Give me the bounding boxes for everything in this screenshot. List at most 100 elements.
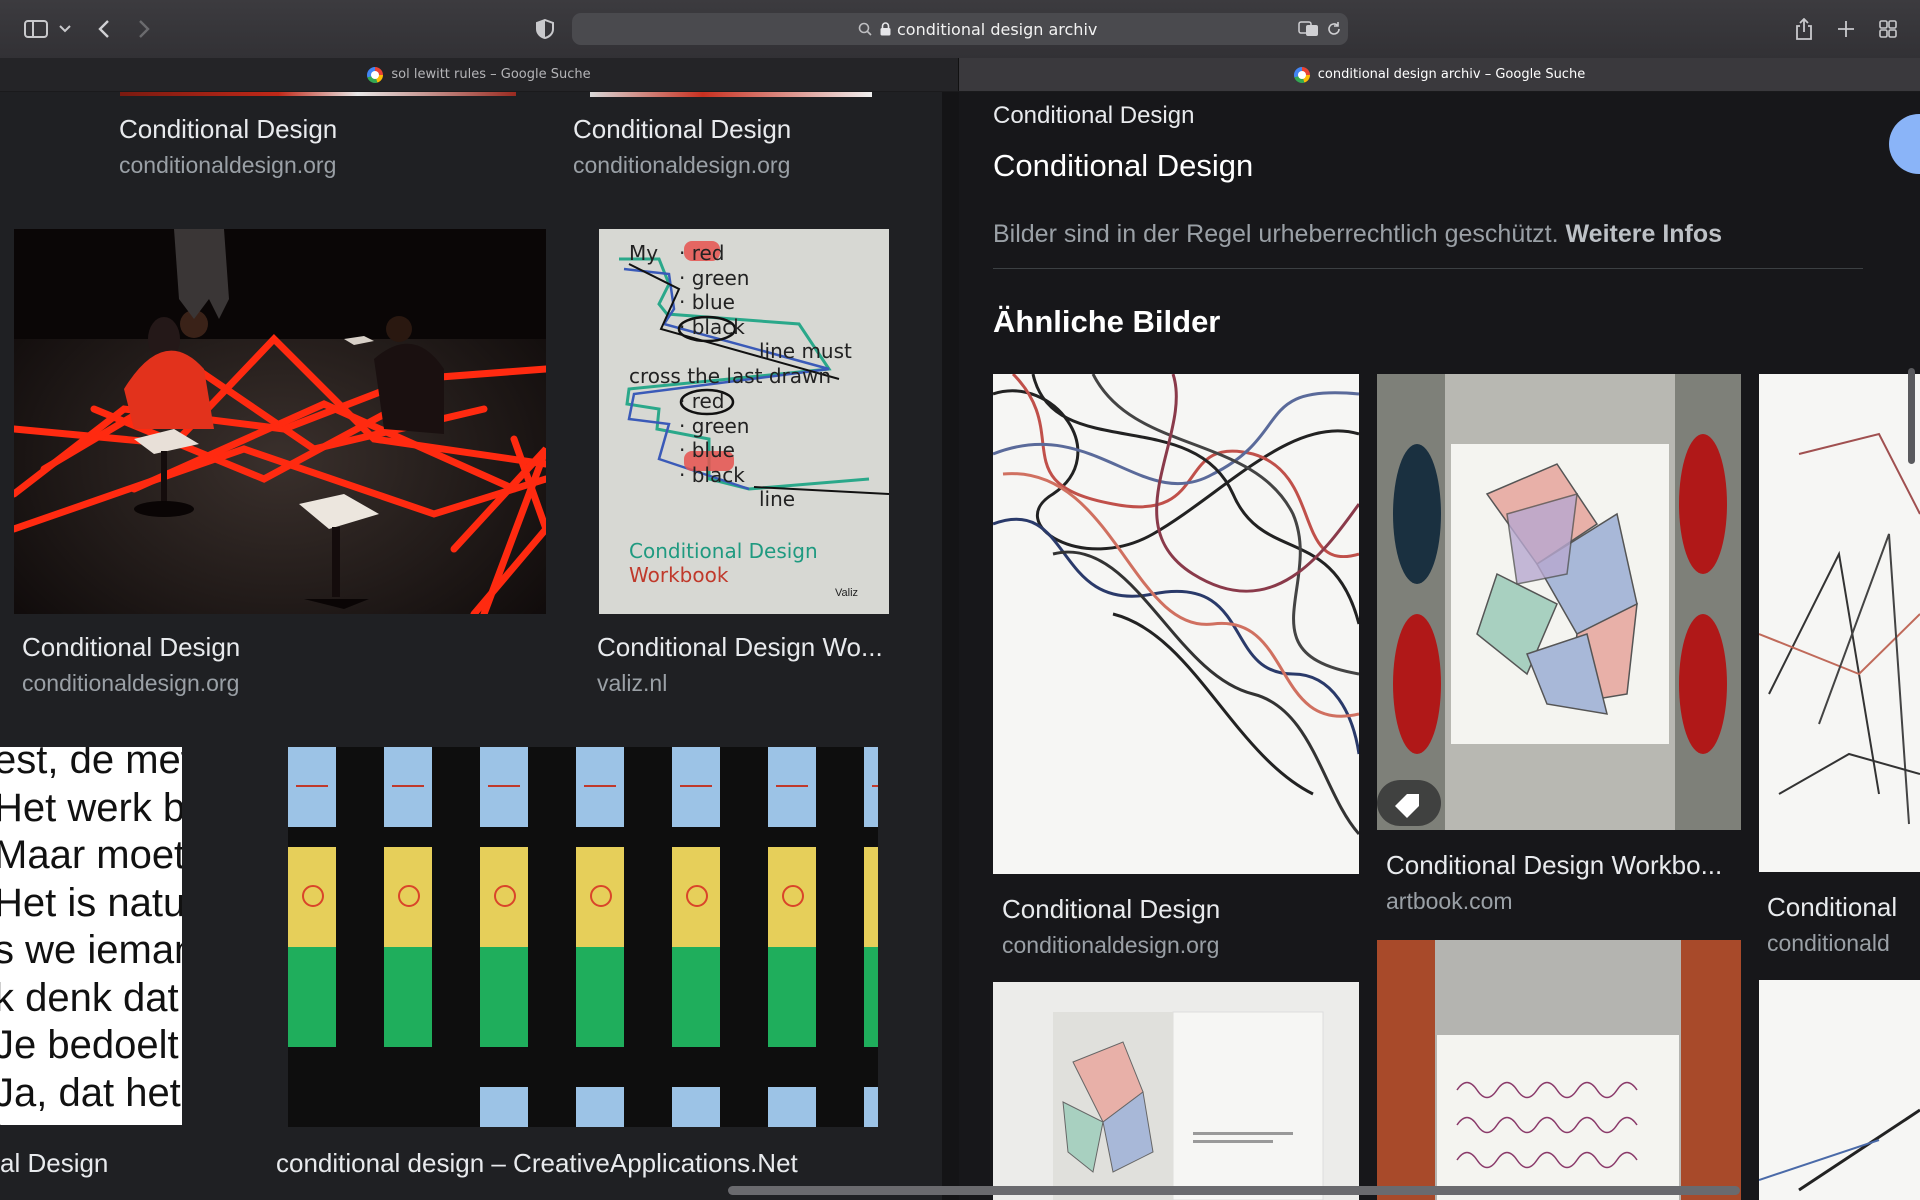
similar-title[interactable]: Conditional Design Workbo... [1386,850,1722,881]
similar-image-workbook-chairs[interactable] [1377,374,1741,830]
cover-word: · blue [679,438,735,463]
similar-image-tangled-lines[interactable] [993,374,1359,874]
tab-label: sol lewitt rules – Google Suche [391,67,591,82]
card-swatch [672,947,720,1047]
result-title[interactable]: conditional design – CreativeApplication… [276,1148,798,1179]
address-text: conditional design archiv [897,20,1098,39]
card-mark [686,885,708,907]
cover-publisher: Valiz [835,587,859,599]
result-image-colored-cards[interactable] [288,747,878,1127]
card-mark [398,885,420,907]
google-favicon-icon [367,66,384,83]
similar-source[interactable]: conditionaldesign.org [1002,932,1219,959]
vertical-scrollbar[interactable] [1908,368,1915,464]
card-mark [584,785,616,787]
card-mark [296,785,328,787]
sidebar-toggle-icon[interactable] [20,14,52,44]
image-results-grid: Conditional Design conditionaldesign.org… [0,92,942,1200]
similar-images-heading: Ähnliche Bilder [993,304,1221,339]
result-image-red-tape-installation[interactable] [14,229,546,614]
cover-word: · red [679,241,725,265]
result-title[interactable]: Conditional Design [22,632,240,663]
similar-image-sparse-lines[interactable] [1759,374,1920,872]
back-icon[interactable] [92,14,116,44]
text-line: Ja, dat het [0,1070,181,1115]
result-source[interactable]: conditionaldesign.org [573,152,790,179]
cover-subtitle: Workbook [629,563,729,587]
text-line: k denk dat [0,975,179,1020]
similar-title[interactable]: Conditional Design [1002,894,1220,925]
card-mark [302,885,324,907]
google-favicon-icon [1293,66,1310,83]
privacy-shield-icon[interactable] [532,14,558,44]
cover-word: My [629,241,659,265]
lock-icon [880,22,891,41]
search-icon [858,22,872,41]
tab-label: conditional design archiv – Google Suche [1317,67,1586,82]
card-swatch [864,1087,878,1127]
similar-image-handwriting[interactable] [1377,940,1741,1200]
image-detail-panel: Conditional Design Conditional Design Bi… [959,92,1920,1200]
detail-title[interactable]: Conditional Design [993,148,1253,184]
card-swatch [480,847,528,947]
similar-source[interactable]: conditionald [1767,930,1890,957]
tab-sol-lewitt[interactable]: sol lewitt rules – Google Suche [0,58,959,91]
card-swatch [576,747,624,827]
horizontal-scrollbar[interactable] [728,1186,1740,1195]
cover-word: line [759,487,796,511]
card-swatch [768,947,816,1047]
visit-button[interactable] [1889,114,1920,174]
text-line: s we ieman [0,928,182,972]
tab-overview-icon[interactable] [1876,14,1900,44]
more-info-link[interactable]: Weitere Infos [1566,220,1723,248]
similar-source[interactable]: artbook.com [1386,888,1513,915]
card-swatch [480,747,528,827]
card-swatch [480,947,528,1047]
cover-word: · green [679,413,750,438]
result-image-partial[interactable] [120,92,516,96]
result-title[interactable]: Conditional Design Wo... [597,632,883,663]
result-title[interactable]: al Design [0,1148,108,1179]
card-swatch [576,847,624,947]
card-mark [590,885,612,907]
result-title[interactable]: Conditional Design [573,114,791,145]
card-mark [494,885,516,907]
card-swatch [288,947,336,1047]
chevron-down-icon[interactable] [56,14,74,44]
forward-icon[interactable] [132,14,156,44]
address-bar[interactable]: conditional design archiv [572,13,1348,45]
detail-source-name[interactable]: Conditional Design [993,102,1194,130]
result-source[interactable]: conditionaldesign.org [119,152,336,179]
card-swatch [768,747,816,827]
result-source[interactable]: conditionaldesign.org [22,670,239,697]
translate-icon[interactable] [1298,21,1320,42]
similar-image-book-spread[interactable] [993,982,1359,1200]
card-swatch [768,1087,816,1127]
result-title[interactable]: Conditional Design [119,114,337,145]
copyright-text: Bilder sind in der Regel urheberrechtlic… [993,220,1559,248]
card-mark [680,785,712,787]
card-swatch [384,847,432,947]
result-source[interactable]: valiz.nl [597,670,667,697]
result-image-partial[interactable] [590,92,872,97]
result-image-dutch-text[interactable]: est, de met Het werk b Maar moete Het is… [0,747,182,1125]
reload-icon[interactable] [1326,21,1342,42]
result-image-workbook-cover[interactable]: My · red · green · blue · black line mus… [599,229,889,614]
new-tab-icon[interactable] [1834,14,1858,44]
tab-conditional-design[interactable]: conditional design archiv – Google Suche [959,58,1920,91]
card-mark [872,785,878,787]
panel-divider [942,92,959,1200]
card-mark [488,785,520,787]
card-swatch [576,947,624,1047]
text-line: Maar moete [0,833,182,877]
card-mark [392,785,424,787]
similar-title[interactable]: Conditional [1767,892,1897,923]
card-swatch [768,847,816,947]
card-swatch [672,847,720,947]
cover-word: cross the last drawn [629,364,832,388]
similar-image-partial[interactable] [1759,980,1920,1200]
share-icon[interactable] [1792,14,1816,44]
cover-word: · black [679,315,745,340]
text-line: Het is natuu [0,880,182,925]
tab-bar: sol lewitt rules – Google Suche conditio… [0,58,1920,92]
